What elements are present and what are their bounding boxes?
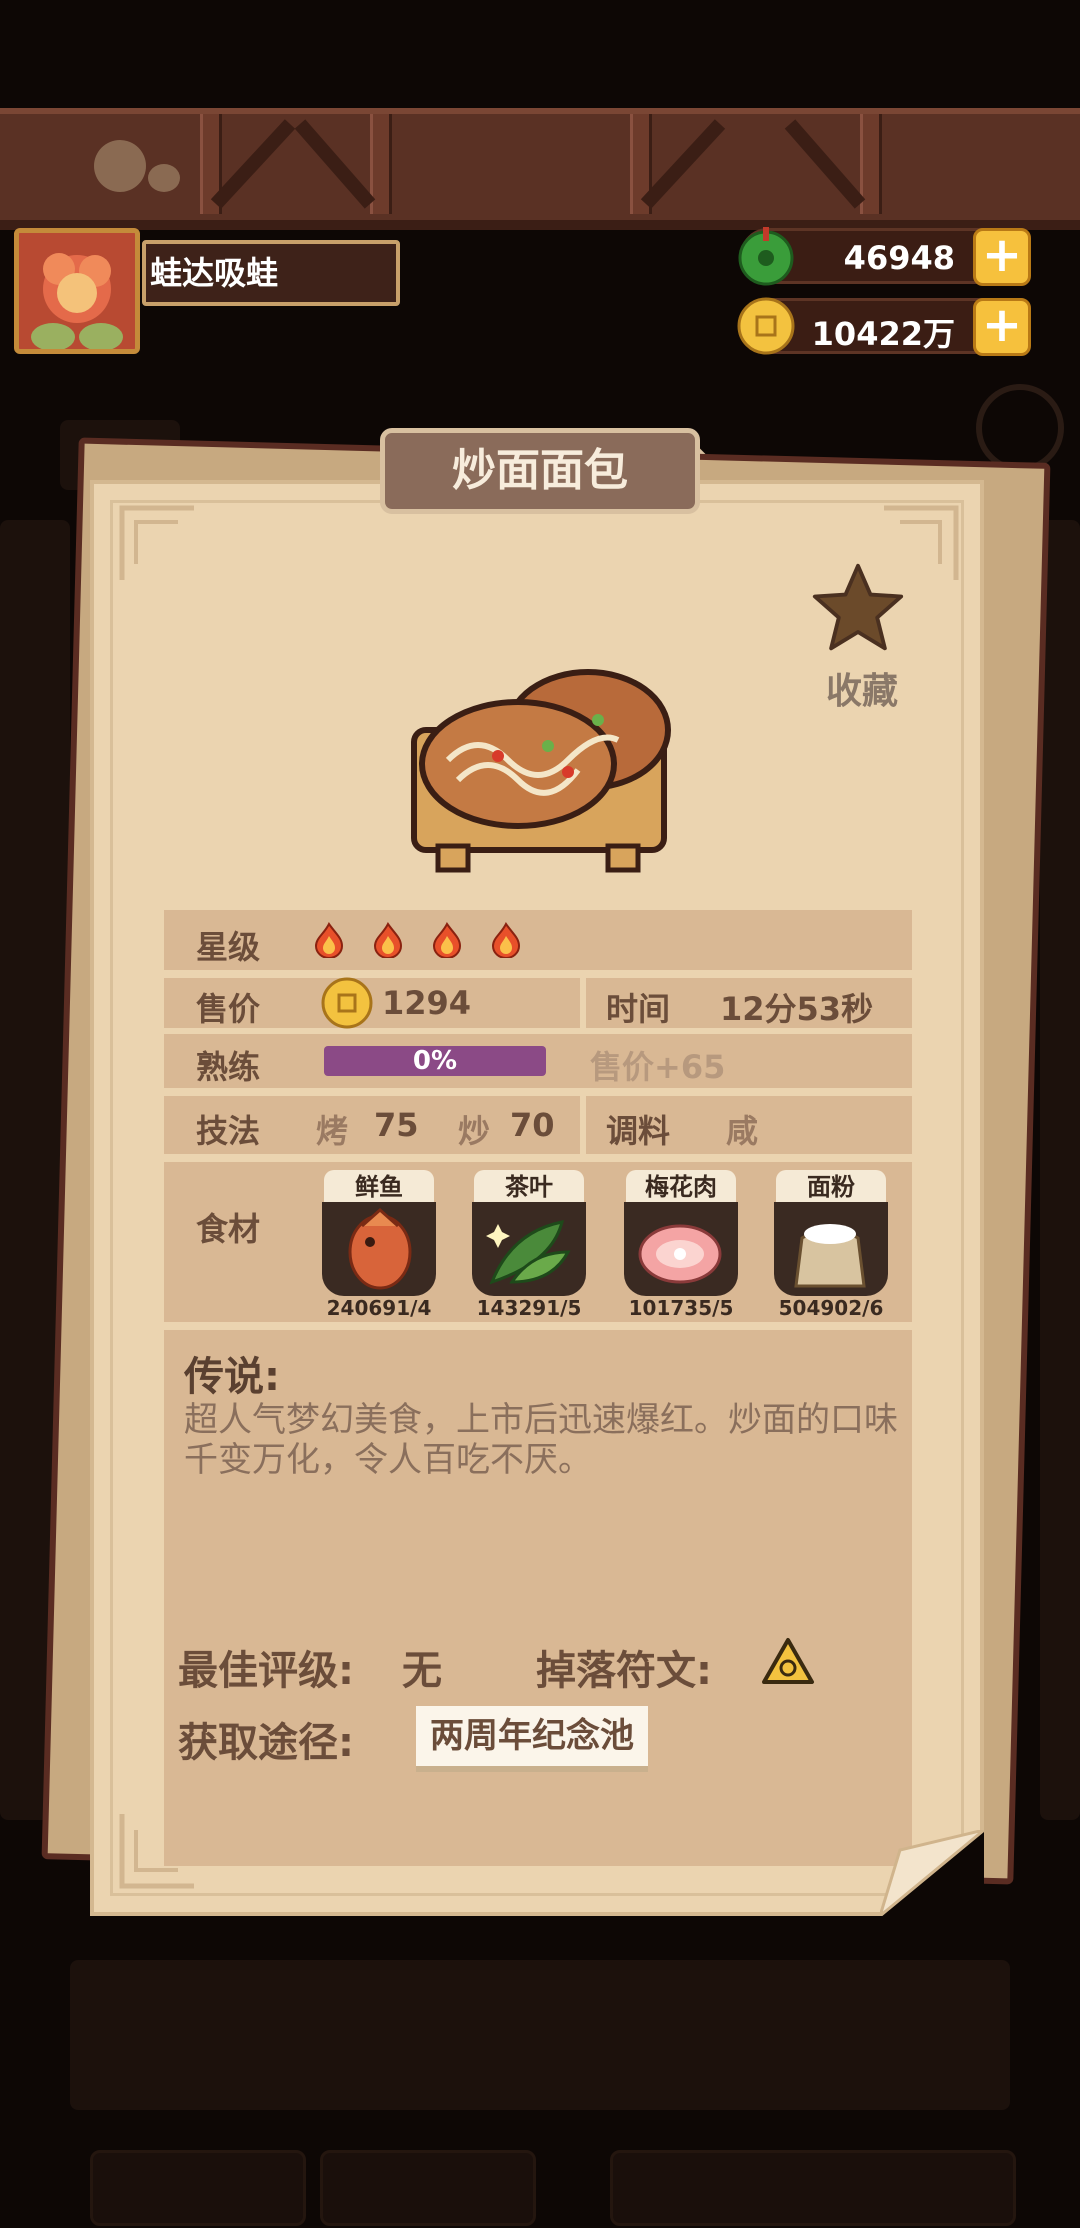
price-value: 1294 [382,984,472,1022]
source-label: 获取途径: [178,1720,354,1766]
technique-1-name: 烤 [316,1112,349,1150]
ingredients-label: 食材 [196,1210,261,1248]
ingredient-name: 梅花肉 [626,1170,736,1204]
best-rating-label: 最佳评级: [178,1648,354,1694]
favorite-star-icon[interactable] [810,560,906,656]
legend-text: 超人气梦幻美食，上市后迅速爆红。炒面的口味千变万化，令人百吃不厌。 [184,1400,898,1480]
source-link[interactable]: 两周年纪念池 [416,1706,648,1766]
best-rating-value: 无 [402,1648,442,1694]
ingredient-icon-box [624,1202,738,1296]
ingredient-icon-box [322,1202,436,1296]
seasoning-value: 咸 [726,1112,759,1150]
top-shelf-decoration [0,108,1080,230]
star-flames [314,922,539,966]
background-row [70,1960,1010,2110]
legend-title: 传说: [184,1354,280,1400]
flour-sack-icon [794,1224,866,1288]
dragon-avatar-icon [19,233,135,349]
background-list-right [1040,520,1080,1820]
rune-drop-label: 掉落符文: [536,1648,712,1694]
flame-icon [314,922,344,958]
seasoning-label: 调料 [606,1112,671,1150]
pork-icon [638,1224,722,1284]
ingredient-item[interactable]: 茶叶 143291/5 [472,1170,586,1320]
ingredient-count: 101735/5 [628,1296,734,1320]
dish-title: 炒面面包 [380,428,700,514]
ingredient-count: 240691/4 [326,1296,432,1320]
jade-currency-bar: 46948 + [738,227,1031,286]
favorite-label[interactable]: 收藏 [812,662,912,714]
player-name: 蛙达吸蛙 [142,240,400,306]
proficiency-row: 熟练 0% 售价+65 [164,1034,912,1088]
dish-image [411,669,671,873]
star-label: 星级 [196,928,261,966]
flame-icon [492,922,521,958]
coin-value: 10422万 [811,315,955,353]
technique-cell: 技法 烤 75 炒 70 [164,1096,580,1154]
add-coin-button[interactable]: + [973,298,1031,356]
proficiency-progress-bar: 0% [324,1046,546,1076]
time-value: 12分53秒 [720,990,874,1028]
star-rating-row: 星级 [164,910,912,970]
ingredient-item[interactable]: 鲜鱼 240691/4 [322,1170,436,1320]
background-count-label [610,2150,1016,2226]
flame-icon [374,922,403,958]
price-label: 售价 [196,990,261,1028]
jade-icon [738,227,794,286]
add-jade-button[interactable]: + [973,228,1031,286]
ingredient-count: 143291/5 [476,1296,582,1320]
player-avatar[interactable] [14,228,140,354]
tea-leaf-icon [486,1220,571,1285]
ingredient-count: 504902/6 [778,1296,884,1320]
jade-value: 46948 [843,239,955,277]
technique-2-value: 70 [510,1106,555,1144]
technique-1-value: 75 [374,1106,419,1144]
ingredient-name: 茶叶 [474,1170,584,1204]
coin-icon [737,297,795,355]
proficiency-bonus: 售价+65 [590,1048,726,1086]
fish-icon [348,1207,412,1290]
background-filter-button [90,2150,306,2226]
coin-currency-bar: 10422万 + [737,297,1031,356]
background-round-button [976,384,1064,472]
flame-icon [433,922,462,958]
ingredient-name: 面粉 [776,1170,886,1204]
ingredient-icon-box [472,1202,586,1296]
ingredient-icon-box [774,1202,888,1296]
seasoning-cell: 调料 咸 [586,1096,912,1154]
price-cell: 售价 1294 [164,977,580,1029]
coin-icon [321,977,373,1029]
background-skill-button [320,2150,536,2226]
shelf-braces [94,119,866,209]
ingredient-item[interactable]: 面粉 504902/6 [774,1170,888,1320]
corner-ornament-top-left [119,505,194,580]
proficiency-label: 熟练 [196,1048,261,1086]
technique-2-name: 炒 [458,1112,491,1150]
ingredient-item[interactable]: 梅花肉 101735/5 [624,1170,738,1320]
time-cell: 时间 12分53秒 [586,978,912,1028]
rune-icon[interactable] [760,1636,816,1688]
technique-label: 技法 [196,1112,261,1150]
page-curl-decoration [880,1830,984,1916]
time-label: 时间 [606,990,671,1028]
ingredient-name: 鲜鱼 [324,1170,434,1204]
